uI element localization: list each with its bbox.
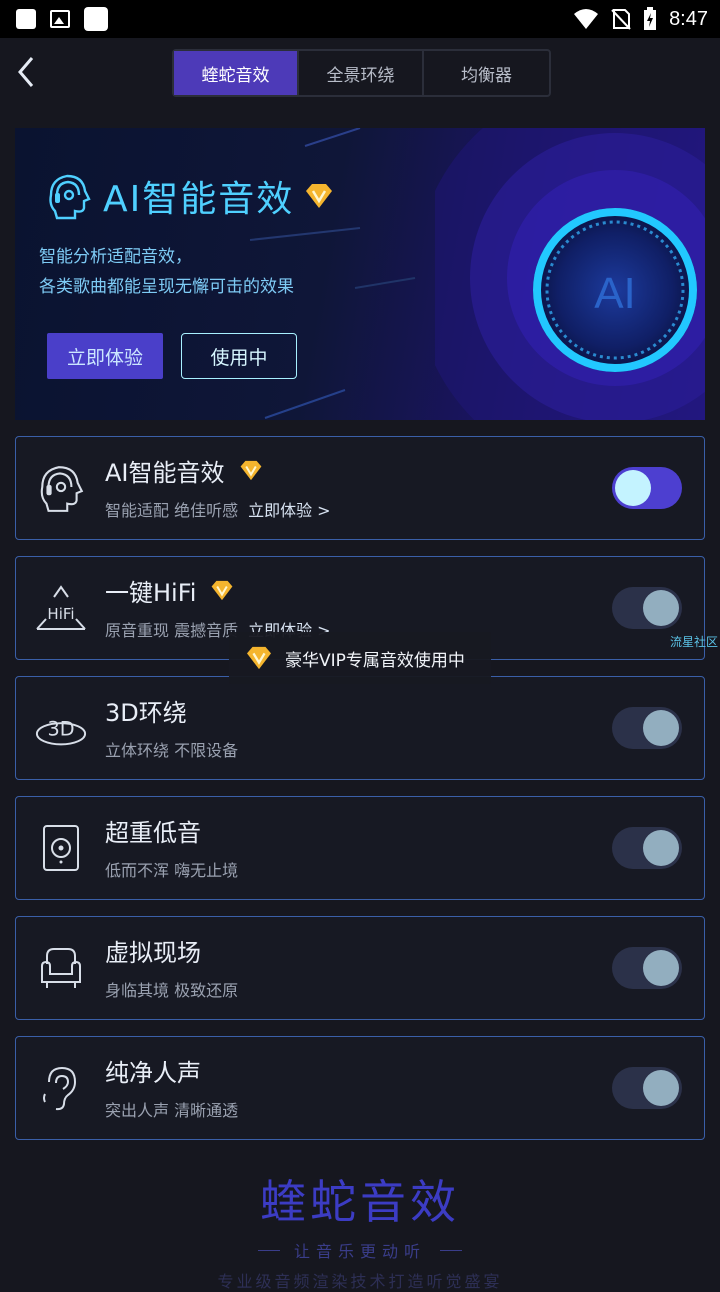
effect-card-vocal[interactable]: 纯净人声 突出人声 清晰通透	[15, 1036, 705, 1140]
effect-card-live[interactable]: 虚拟现场 身临其境 极致还原	[15, 916, 705, 1020]
hifi-icon: HiFi	[36, 585, 86, 630]
effect-subtitle: 智能适配 绝佳听感	[105, 501, 239, 520]
effect-toggle-ai[interactable]	[612, 467, 682, 509]
effect-title: 3D环绕	[105, 699, 187, 727]
vip-toast: 豪华VIP专属音效使用中	[229, 632, 491, 684]
ear-icon	[43, 1066, 77, 1111]
effect-toggle-vocal[interactable]	[612, 1067, 682, 1109]
effect-title: 虚拟现场	[105, 939, 201, 967]
effect-tabs: 蝰蛇音效 全景环绕 均衡器	[172, 49, 551, 97]
vip-diamond-icon	[240, 460, 261, 481]
effect-title: AI智能音效	[105, 459, 225, 487]
effect-subtitle: 低而不浑 嗨无止境	[105, 861, 239, 880]
effect-card-bass[interactable]: 超重低音 低而不浑 嗨无止境	[15, 796, 705, 900]
notification-icon	[16, 9, 36, 29]
footer: 蝰蛇音效 让音乐更动听 专业级音频渲染技术打造听觉盛宴	[0, 1166, 720, 1292]
banner-description: 智能分析适配音效， 各类歌曲都能呈现无懈可击的效果	[39, 247, 294, 297]
effect-toggle-bass[interactable]	[612, 827, 682, 869]
vip-diamond-icon	[212, 580, 233, 601]
top-nav: 蝰蛇音效 全景环绕 均衡器	[0, 38, 720, 110]
ai-orb-graphic: AI	[435, 128, 705, 420]
vip-diamond-icon	[247, 646, 271, 670]
no-sim-icon	[611, 9, 631, 30]
effect-subtitle: 突出人声 清晰通透	[105, 1101, 239, 1120]
try-now-link[interactable]: 立即体验 >	[248, 497, 331, 521]
svg-text:3D: 3D	[47, 718, 74, 741]
banner-heading: AI智能音效	[45, 170, 334, 222]
ai-effect-banner: AI智能音效 智能分析适配音效， 各类歌曲都能呈现无懈可击的效果 立即体验 使用…	[15, 128, 705, 420]
battery-charging-icon	[644, 7, 657, 30]
effect-toggle-live[interactable]	[612, 947, 682, 989]
effect-subtitle: 立体环绕 不限设备	[105, 741, 239, 760]
effect-subtitle: 身临其境 极致还原	[105, 981, 239, 1000]
3d-surround-icon: 3D	[35, 718, 87, 746]
ai-head-icon	[40, 466, 84, 512]
effect-title: 超重低音	[105, 819, 201, 847]
try-now-button[interactable]: 立即体验	[47, 333, 163, 379]
watermark: 流星社区	[670, 635, 719, 649]
svg-text:HiFi: HiFi	[47, 605, 74, 623]
effect-toggle-hifi[interactable]	[612, 587, 682, 629]
speaker-icon	[43, 825, 79, 871]
tab-viper-effects[interactable]: 蝰蛇音效	[174, 51, 299, 95]
tab-surround[interactable]: 全景环绕	[299, 51, 424, 95]
wifi-icon	[574, 9, 599, 29]
effect-card-ai[interactable]: AI智能音效 智能适配 绝佳听感 立即体验 >	[15, 436, 705, 540]
effects-list: AI智能音效 智能适配 绝佳听感 立即体验 > HiFi 一键HiFi 原音重现…	[15, 436, 705, 1156]
ai-head-icon	[49, 174, 91, 220]
effect-subtitle: 原音重现 震撼音质	[105, 621, 239, 640]
effect-title: 纯净人声	[105, 1059, 201, 1087]
tab-equalizer[interactable]: 均衡器	[424, 51, 549, 95]
in-use-button[interactable]: 使用中	[181, 333, 297, 379]
orb-label: AI	[594, 269, 636, 318]
status-time: 8:47	[669, 7, 708, 30]
vip-diamond-icon	[306, 184, 333, 208]
effect-card-3d[interactable]: 3D 3D环绕 立体环绕 不限设备	[15, 676, 705, 780]
footer-brand: 蝰蛇音效	[260, 1175, 460, 1229]
armchair-icon	[41, 948, 81, 988]
banner-title: AI智能音效	[103, 179, 295, 220]
chevron-left-icon	[18, 57, 34, 87]
back-button[interactable]	[8, 52, 44, 92]
image-notification-icon	[50, 10, 70, 28]
effect-title: 一键HiFi	[105, 579, 197, 607]
app-notification-icon	[84, 7, 108, 31]
footer-description: 专业级音频渲染技术打造听觉盛宴	[217, 1272, 503, 1291]
footer-slogan: 让音乐更动听	[0, 1238, 720, 1262]
status-bar: 8:47	[0, 0, 720, 38]
toast-text: 豪华VIP专属音效使用中	[285, 650, 465, 671]
effect-toggle-3d[interactable]	[612, 707, 682, 749]
